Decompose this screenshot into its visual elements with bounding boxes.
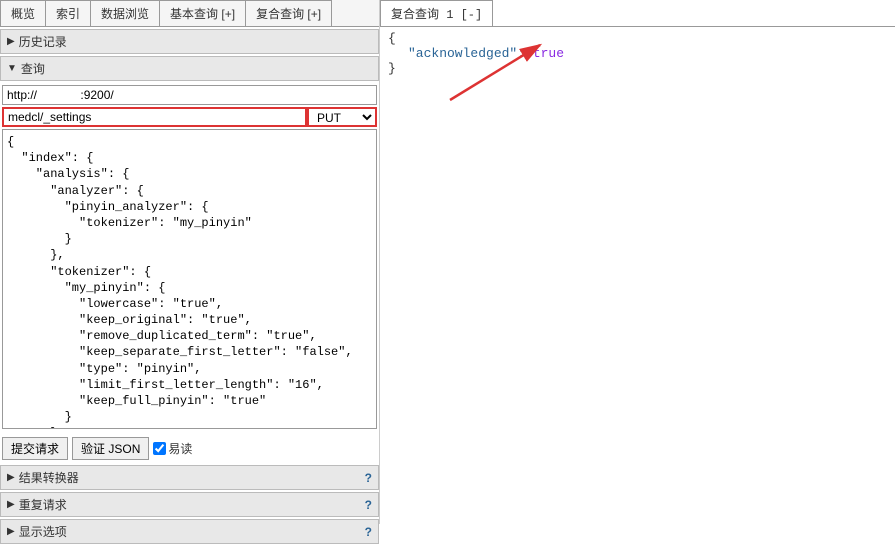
readable-checkbox-wrap[interactable]: 易读: [153, 440, 192, 457]
section-transformer-label: 结果转换器: [19, 469, 79, 486]
readable-label: 易读: [168, 440, 192, 457]
tab-index[interactable]: 索引: [45, 0, 91, 26]
help-icon[interactable]: ?: [365, 525, 372, 539]
json-brace: }: [388, 61, 887, 76]
json-brace: {: [388, 31, 887, 46]
help-icon[interactable]: ?: [365, 498, 372, 512]
tab-compound-query[interactable]: 复合查询 [+]: [245, 0, 332, 26]
response-body: { "acknowledged": true }: [388, 31, 887, 76]
chevron-right-icon: ▶: [7, 36, 15, 47]
tab-browse[interactable]: 数据浏览: [90, 0, 160, 26]
section-history[interactable]: ▶ 历史记录: [0, 29, 379, 54]
submit-button[interactable]: 提交请求: [2, 437, 68, 460]
validate-json-button[interactable]: 验证 JSON: [72, 437, 149, 460]
tab-basic-query[interactable]: 基本查询 [+]: [159, 0, 246, 26]
section-query-label: 查询: [21, 60, 45, 77]
chevron-right-icon: ▶: [7, 499, 15, 510]
section-repeat[interactable]: ▶ 重复请求 ?: [0, 492, 379, 517]
path-input[interactable]: [2, 107, 307, 127]
tab-overview[interactable]: 概览: [0, 0, 46, 26]
json-value: true: [533, 46, 564, 61]
section-repeat-label: 重复请求: [19, 496, 67, 513]
chevron-right-icon: ▶: [7, 526, 15, 537]
main-tabs: 概览 索引 数据浏览 基本查询 [+] 复合查询 [+]: [0, 0, 379, 27]
section-history-label: 历史记录: [19, 33, 67, 50]
result-tab[interactable]: 复合查询 1 [-]: [380, 0, 493, 26]
chevron-down-icon: ▼: [7, 63, 17, 74]
server-url-input[interactable]: [2, 85, 377, 105]
section-query[interactable]: ▼ 查询: [0, 56, 379, 81]
help-icon[interactable]: ?: [365, 471, 372, 485]
readable-checkbox[interactable]: [153, 442, 166, 455]
http-method-select[interactable]: PUT: [307, 107, 377, 127]
section-transformer[interactable]: ▶ 结果转换器 ?: [0, 465, 379, 490]
request-body-textarea[interactable]: [2, 129, 377, 429]
json-key: "acknowledged":: [408, 46, 533, 61]
section-display-label: 显示选项: [19, 523, 67, 540]
chevron-right-icon: ▶: [7, 472, 15, 483]
section-display[interactable]: ▶ 显示选项 ?: [0, 519, 379, 544]
